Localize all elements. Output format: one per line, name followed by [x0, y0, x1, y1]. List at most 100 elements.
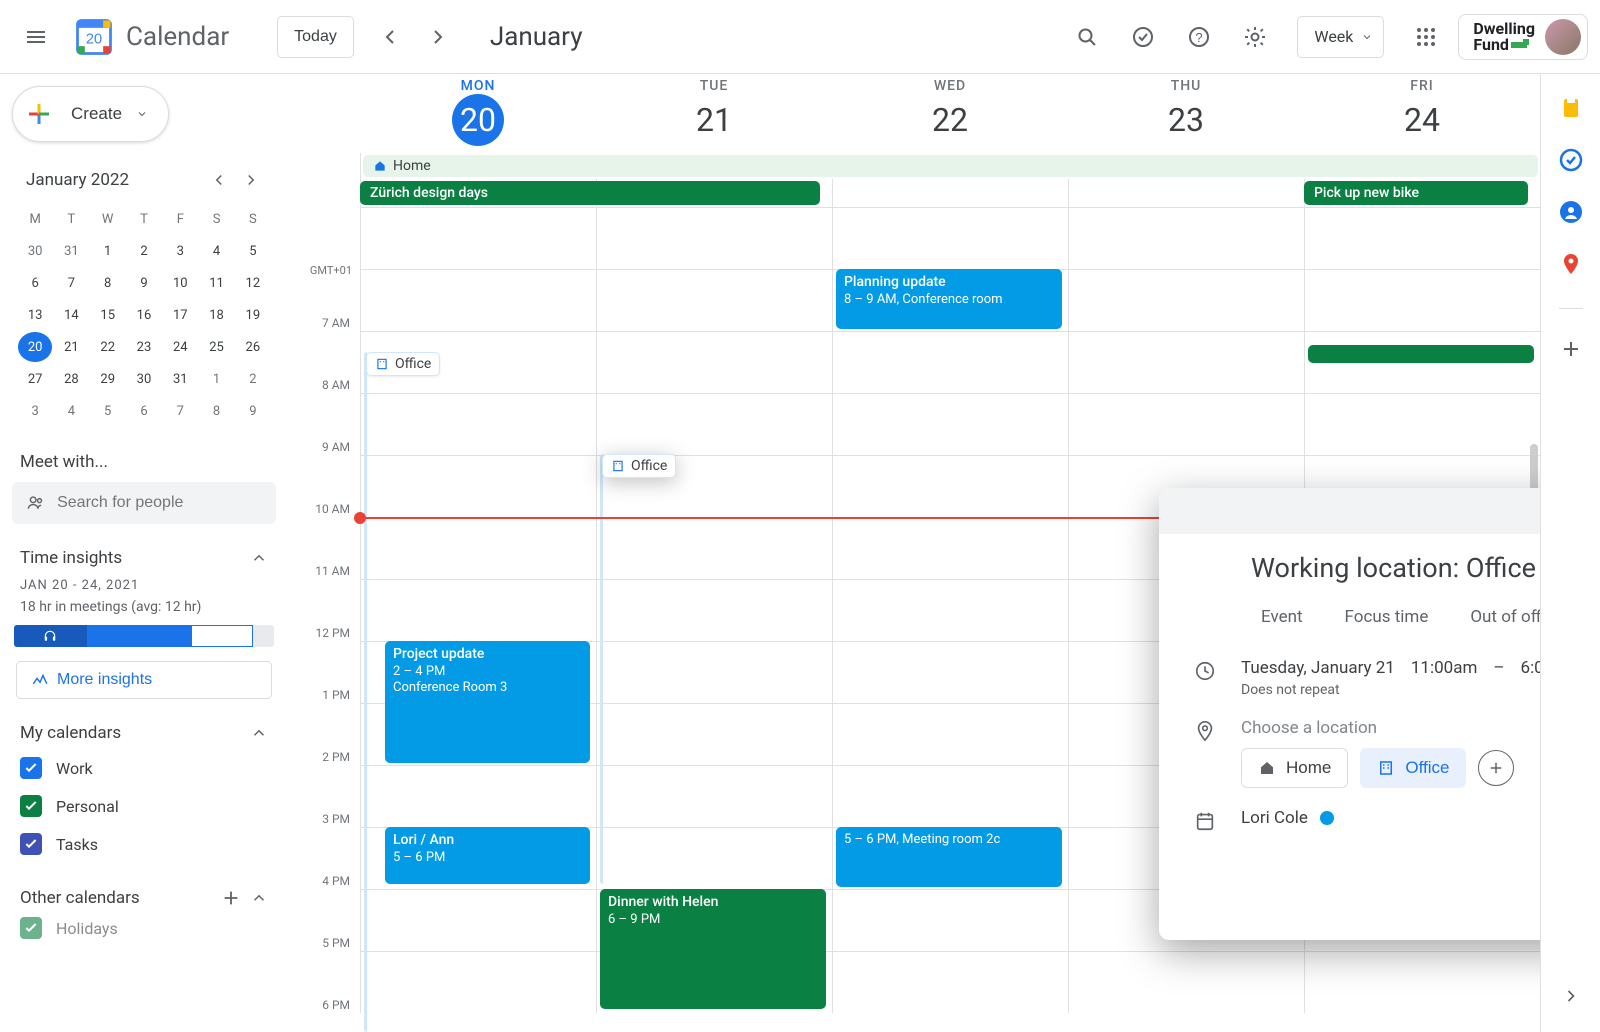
mini-cal-day[interactable]: 1 — [199, 364, 233, 394]
mini-cal-day[interactable]: 13 — [18, 300, 52, 330]
mini-cal-next[interactable] — [242, 166, 270, 194]
settings-button[interactable] — [1231, 13, 1279, 61]
prev-period-button[interactable] — [366, 13, 414, 61]
mini-cal-day[interactable]: 5 — [91, 396, 125, 426]
mini-cal-day[interactable]: 7 — [163, 396, 197, 426]
mini-cal-day[interactable]: 2 — [127, 236, 161, 266]
keep-icon[interactable] — [1559, 96, 1583, 120]
event-recurrence[interactable]: Does not repeat — [1241, 682, 1540, 698]
mini-cal-day[interactable]: 2 — [236, 364, 270, 394]
mini-cal-day[interactable]: 17 — [163, 300, 197, 330]
mini-cal-day[interactable]: 1 — [91, 236, 125, 266]
mini-cal-day[interactable]: 15 — [91, 300, 125, 330]
google-apps-button[interactable] — [1402, 13, 1450, 61]
mini-cal-day[interactable]: 16 — [127, 300, 161, 330]
allday-working-location[interactable]: Home — [363, 155, 1538, 177]
maps-icon[interactable] — [1559, 252, 1583, 276]
allday-event[interactable]: Pick up new bike — [1304, 181, 1528, 205]
day-header[interactable]: FRI24 — [1304, 74, 1540, 152]
event-date[interactable]: Tuesday, January 21 — [1241, 658, 1395, 678]
time-insights-toggle[interactable]: Time insights — [12, 548, 276, 568]
next-period-button[interactable] — [414, 13, 462, 61]
calendar-event[interactable]: Project update2 – 4 PMConference Room 3 — [385, 641, 590, 763]
mini-cal-day[interactable]: 4 — [54, 396, 88, 426]
mini-cal-day[interactable]: 5 — [236, 236, 270, 266]
mini-cal-day[interactable]: 9 — [127, 268, 161, 298]
mini-cal-day[interactable]: 30 — [18, 236, 52, 266]
add-addon-icon[interactable] — [1559, 337, 1583, 361]
mini-cal-day[interactable]: 31 — [163, 364, 197, 394]
mini-cal-day[interactable]: 21 — [54, 332, 88, 362]
mini-cal-day[interactable]: 10 — [163, 268, 197, 298]
mini-cal-day[interactable]: 4 — [199, 236, 233, 266]
calendar-event[interactable]: Planning update8 – 9 AM, Conference room — [836, 269, 1062, 329]
other-calendars-toggle[interactable]: Other calendars — [12, 887, 276, 909]
mini-cal-day[interactable]: 3 — [163, 236, 197, 266]
search-people-input[interactable] — [57, 494, 262, 512]
calendar-event[interactable]: Dinner with Helen6 – 9 PM — [600, 889, 826, 1009]
mini-cal-day[interactable]: 29 — [91, 364, 125, 394]
day-header[interactable]: WED22 — [832, 74, 1068, 152]
event-type-tab[interactable]: Out of office — [1460, 602, 1540, 632]
calendar-event[interactable] — [1308, 345, 1534, 363]
mini-cal-day[interactable]: 31 — [54, 236, 88, 266]
mini-cal-prev[interactable] — [210, 166, 238, 194]
calendar-owner[interactable]: Lori Cole — [1241, 808, 1308, 828]
tasks-indicator-button[interactable] — [1119, 13, 1167, 61]
create-button[interactable]: Create — [12, 86, 169, 142]
mini-cal-day[interactable]: 12 — [236, 268, 270, 298]
event-time-start[interactable]: 11:00am — [1411, 658, 1478, 678]
mini-cal-day[interactable]: 6 — [127, 396, 161, 426]
mini-cal-day[interactable]: 24 — [163, 332, 197, 362]
today-button[interactable]: Today — [277, 16, 354, 58]
working-location-chip[interactable]: Office — [366, 352, 440, 376]
calendar-item[interactable]: Holidays — [12, 909, 276, 947]
day-header[interactable]: THU23 — [1068, 74, 1304, 152]
location-home-button[interactable]: Home — [1241, 748, 1348, 788]
account-chip[interactable]: Dwelling Fund — [1458, 14, 1588, 60]
mini-cal-day[interactable]: 3 — [18, 396, 52, 426]
calendar-item[interactable]: Personal — [12, 787, 276, 825]
tasks-icon[interactable] — [1559, 148, 1583, 172]
location-office-button[interactable]: Office — [1360, 748, 1466, 788]
event-type-tab[interactable]: Event — [1251, 602, 1313, 632]
contacts-icon[interactable] — [1559, 200, 1583, 224]
mini-cal-day[interactable]: 18 — [199, 300, 233, 330]
mini-cal-day[interactable]: 26 — [236, 332, 270, 362]
calendar-event[interactable]: Lori / Ann5 – 6 PM — [385, 827, 590, 884]
mini-cal-day[interactable]: 27 — [18, 364, 52, 394]
mini-cal-day[interactable]: 28 — [54, 364, 88, 394]
mini-cal-day[interactable]: 8 — [91, 268, 125, 298]
search-people[interactable] — [12, 482, 276, 524]
mini-cal-day[interactable]: 23 — [127, 332, 161, 362]
mini-cal-day[interactable]: 6 — [18, 268, 52, 298]
my-calendars-toggle[interactable]: My calendars — [12, 723, 276, 743]
day-header[interactable]: MON20 — [360, 74, 596, 152]
support-button[interactable]: ? — [1175, 13, 1223, 61]
mini-cal-day[interactable]: 20 — [18, 332, 52, 362]
hide-panel-button[interactable] — [1555, 980, 1587, 1012]
more-insights-button[interactable]: More insights — [16, 661, 272, 699]
event-time-end[interactable]: 6:00pm — [1521, 658, 1540, 678]
add-location-button[interactable] — [1478, 750, 1514, 786]
search-button[interactable] — [1063, 13, 1111, 61]
calendar-item[interactable]: Tasks — [12, 825, 276, 863]
mini-cal-day[interactable]: 22 — [91, 332, 125, 362]
mini-cal-day[interactable]: 9 — [236, 396, 270, 426]
mini-cal-day[interactable]: 19 — [236, 300, 270, 330]
view-switcher[interactable]: Week — [1297, 16, 1384, 58]
allday-event[interactable]: Zürich design days — [360, 181, 820, 205]
mini-cal-day[interactable]: 8 — [199, 396, 233, 426]
day-header[interactable]: TUE21 — [596, 74, 832, 152]
calendar-item[interactable]: Work — [12, 749, 276, 787]
calendar-event[interactable]: 5 – 6 PM, Meeting room 2c — [836, 827, 1062, 887]
event-type-tab[interactable]: Focus time — [1335, 602, 1439, 632]
working-location-chip[interactable]: Office — [602, 454, 676, 478]
main-menu-button[interactable] — [12, 13, 60, 61]
mini-cal-day[interactable]: 11 — [199, 268, 233, 298]
mini-cal-day[interactable]: 30 — [127, 364, 161, 394]
mini-cal-day[interactable]: 25 — [199, 332, 233, 362]
mini-cal-day[interactable]: 7 — [54, 268, 88, 298]
mini-cal-day[interactable]: 14 — [54, 300, 88, 330]
add-calendar-icon[interactable] — [220, 887, 242, 909]
